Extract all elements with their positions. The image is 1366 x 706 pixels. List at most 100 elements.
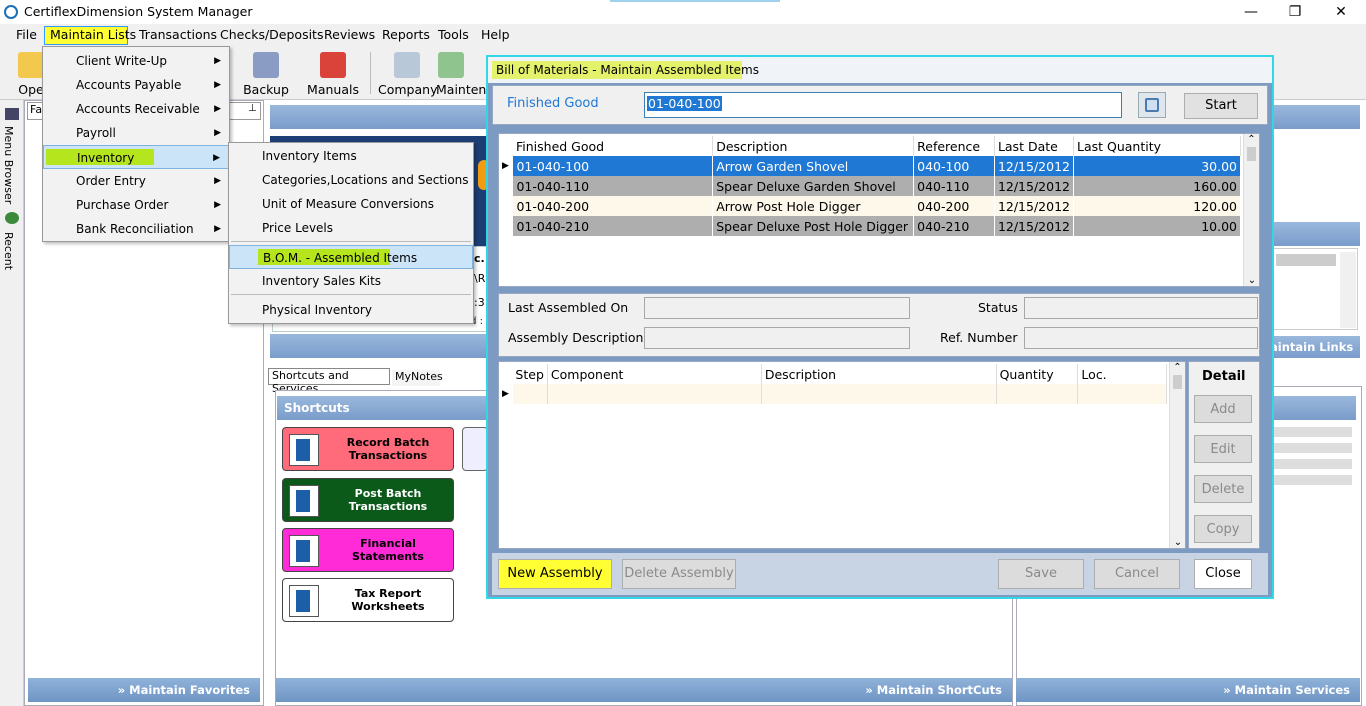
maintenance-button[interactable]: Mainten (436, 52, 486, 97)
menu-item-payroll[interactable]: Payroll ▶ (43, 121, 229, 145)
edit-button[interactable]: Edit (1194, 435, 1252, 463)
scroll-up-icon[interactable]: ⌃ (1170, 362, 1185, 373)
menu-item-accounts-receivable[interactable]: Accounts Receivable ▶ (43, 97, 229, 121)
menu-item-bank-reconciliation[interactable]: Bank Reconciliation ▶ (43, 217, 229, 241)
col-reference[interactable]: Reference (913, 136, 995, 156)
lookup-icon[interactable] (1138, 92, 1166, 118)
delete-button[interactable]: Delete (1194, 475, 1252, 503)
dialog-title-bar: Bill of Materials - Maintain Assembled I… (488, 57, 1272, 83)
menu-maintain-lists[interactable]: Maintain Lists (50, 27, 136, 42)
tab-menu-browser[interactable]: Menu Browser (2, 126, 15, 204)
col-description[interactable]: Description (712, 136, 915, 156)
menu-item-order-entry[interactable]: Order Entry ▶ (43, 169, 229, 193)
menu-transactions[interactable]: Transactions (139, 27, 217, 42)
cancel-button[interactable]: Cancel (1094, 559, 1180, 589)
minimize-button[interactable]: — (1228, 0, 1274, 24)
document-icon (289, 434, 319, 466)
table-row[interactable]: 01-040-110 Spear Deluxe Garden Shovel 04… (499, 176, 1242, 196)
document-icon (289, 535, 319, 567)
add-button[interactable]: Add (1194, 395, 1252, 423)
menu-item-inventory[interactable]: Inventory ▶ (43, 145, 229, 169)
menu-item-purchase-order[interactable]: Purchase Order ▶ (43, 193, 229, 217)
company-button[interactable]: Company (378, 52, 437, 97)
menu-item-categories-locations-sections[interactable]: Categories,Locations and Sections (229, 168, 473, 192)
menu-item-unit-of-measure[interactable]: Unit of Measure Conversions (229, 192, 473, 216)
menu-tools[interactable]: Tools (438, 27, 469, 42)
maintain-services-link[interactable]: » Maintain Services (1016, 678, 1360, 702)
record-batch-transactions-shortcut[interactable]: Record Batch Transactions (282, 427, 454, 471)
save-button[interactable]: Save (998, 559, 1084, 589)
maintain-shortcuts-link[interactable]: » Maintain ShortCuts (276, 678, 1012, 702)
menu-item-accounts-payable[interactable]: Accounts Payable ▶ (43, 73, 229, 97)
tax-report-worksheets-shortcut[interactable]: Tax Report Worksheets (282, 578, 454, 622)
tab-mynotes[interactable]: MyNotes (392, 370, 443, 386)
manuals-button[interactable]: Manuals (306, 52, 360, 97)
menu-item-client-write-up[interactable]: Client Write-Up ▶ (43, 49, 229, 73)
detail-label: Detail (1202, 369, 1246, 384)
recent-icon (5, 212, 19, 224)
components-scrollbar[interactable]: ⌃ ⌄ (1169, 362, 1185, 548)
links-scrollbar[interactable] (1340, 252, 1356, 328)
services-item (1272, 443, 1352, 453)
assemblies-grid: Finished Good Description Reference Last… (498, 133, 1260, 287)
assembly-description-field (644, 327, 910, 349)
tab-recent[interactable]: Recent (2, 232, 15, 270)
binoculars-icon (5, 108, 19, 120)
assemblies-table: Finished Good Description Reference Last… (499, 136, 1242, 236)
top-marker (610, 0, 780, 2)
col-loc[interactable]: Loc. (1077, 364, 1167, 384)
company-icon (394, 52, 420, 78)
pin-icon[interactable]: ⊥ (248, 103, 257, 114)
scroll-down-icon[interactable]: ⌄ (1244, 275, 1260, 286)
col-component-description[interactable]: Description (761, 364, 997, 384)
restore-button[interactable]: ❐ (1272, 0, 1318, 24)
menu-reviews[interactable]: Reviews (324, 27, 375, 42)
grid-scrollbar[interactable]: ⌃ ⌄ (1243, 134, 1259, 286)
col-last-date[interactable]: Last Date (994, 136, 1074, 156)
ref-number-label: Ref. Number (940, 330, 1018, 345)
col-last-quantity[interactable]: Last Quantity (1073, 136, 1242, 156)
finished-good-input[interactable]: 01-040-100 (644, 92, 1122, 118)
menu-file[interactable]: File (16, 27, 37, 42)
table-row[interactable]: 01-040-200 Arrow Post Hole Digger 040-20… (499, 196, 1242, 216)
menu-item-inventory-items[interactable]: Inventory Items (229, 144, 473, 168)
maintain-favorites-link[interactable]: » Maintain Favorites (28, 678, 260, 702)
menu-checks-deposits[interactable]: Checks/Deposits (220, 27, 323, 42)
scroll-down-icon[interactable]: ⌄ (1170, 537, 1186, 548)
table-row[interactable]: ▶ (499, 384, 1167, 404)
close-window-button[interactable]: ✕ (1318, 0, 1364, 24)
menu-item-price-levels[interactable]: Price Levels (229, 216, 473, 240)
company-info-fragment-3: :3 (474, 296, 485, 309)
table-row[interactable]: 01-040-210 Spear Deluxe Post Hole Digger… (499, 216, 1242, 236)
delete-assembly-button[interactable]: Delete Assembly (622, 559, 736, 589)
magnifier-icon (1145, 98, 1159, 112)
services-item (1272, 475, 1352, 485)
backup-icon (253, 52, 279, 78)
menu-help[interactable]: Help (481, 27, 510, 42)
copy-button[interactable]: Copy (1194, 515, 1252, 543)
financial-statements-shortcut[interactable]: Financial Statements (282, 528, 454, 572)
menu-item-bom-assembled-items[interactable]: B.O.M. - Assembled Items (229, 245, 473, 269)
services-item (1272, 427, 1352, 437)
table-row[interactable]: ▶ 01-040-100 Arrow Garden Shovel 040-100… (499, 156, 1242, 176)
menu-item-physical-inventory[interactable]: Physical Inventory (229, 298, 473, 322)
start-button[interactable]: Start (1184, 93, 1258, 119)
scroll-thumb[interactable] (1173, 375, 1182, 389)
tab-shortcuts-and-services[interactable]: Shortcuts and Services (268, 368, 390, 395)
col-component[interactable]: Component (547, 364, 762, 384)
col-quantity[interactable]: Quantity (996, 364, 1079, 384)
backup-button[interactable]: Backup (242, 52, 290, 97)
col-step[interactable]: Step (512, 364, 548, 384)
scroll-thumb[interactable] (1247, 147, 1256, 161)
post-batch-transactions-shortcut[interactable]: Post Batch Transactions (282, 478, 454, 522)
scroll-up-icon[interactable]: ⌃ (1244, 134, 1259, 145)
new-assembly-button[interactable]: New Assembly (498, 559, 612, 589)
col-finished-good[interactable]: Finished Good (512, 136, 714, 156)
menu-reports[interactable]: Reports (382, 27, 430, 42)
maintenance-icon (438, 52, 464, 78)
shortcut-partial[interactable] (462, 427, 488, 471)
ref-number-field (1024, 327, 1258, 349)
menu-item-inventory-sales-kits[interactable]: Inventory Sales Kits (229, 269, 473, 293)
close-button[interactable]: Close (1194, 559, 1252, 589)
maintain-links-link[interactable]: aintain Links (1270, 336, 1360, 358)
